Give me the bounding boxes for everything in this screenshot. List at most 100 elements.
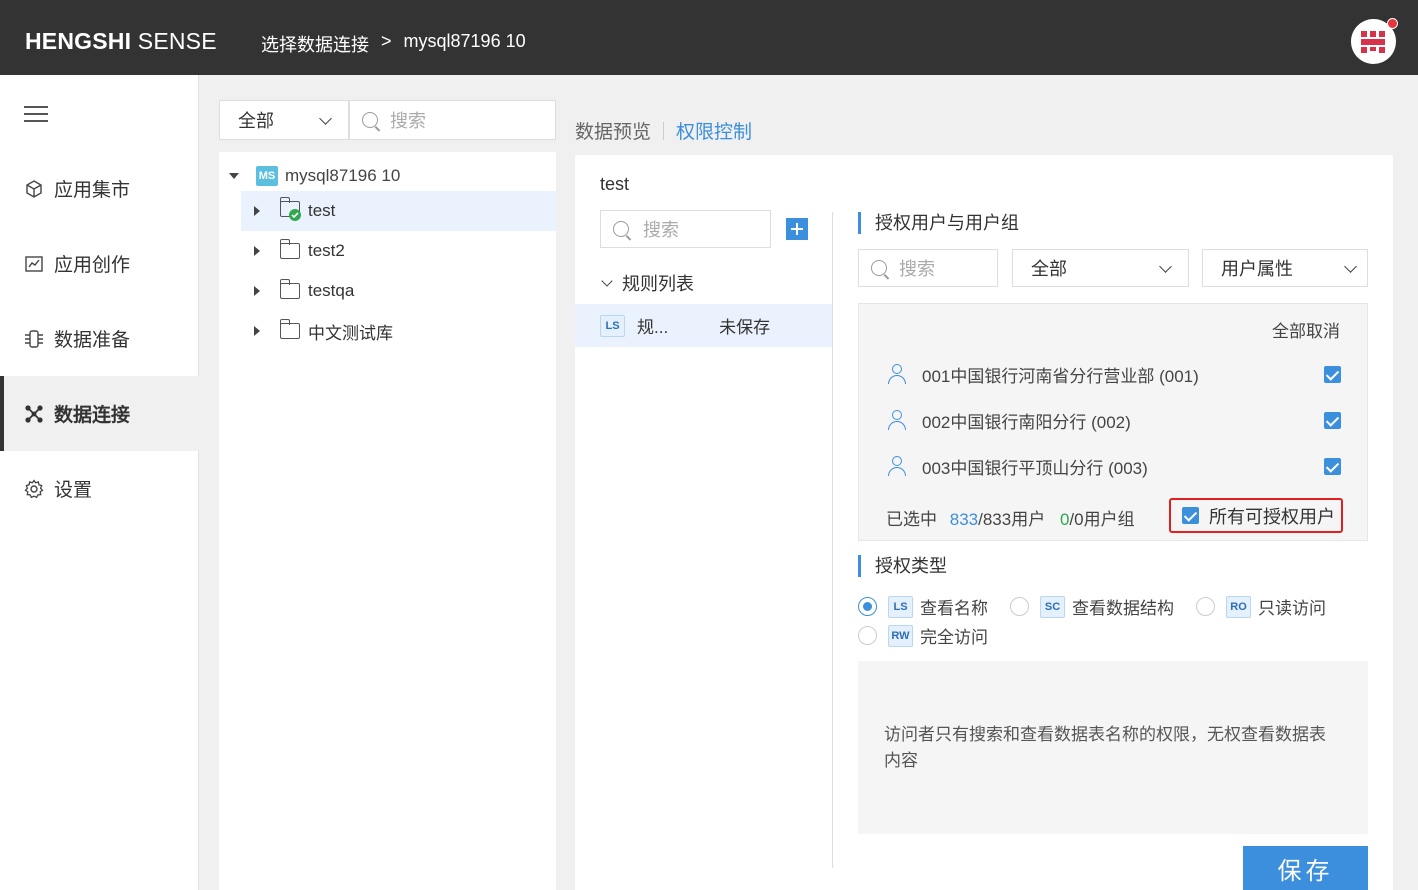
brand-logo[interactable]: HENGSHI SENSE: [25, 28, 217, 55]
tab-permission-control[interactable]: 权限控制: [676, 117, 752, 144]
tree-search-input[interactable]: 搜索: [349, 100, 556, 140]
rule-search-placeholder: 搜索: [643, 220, 679, 240]
user-checkbox[interactable]: [1324, 458, 1341, 475]
rule-list-toggle[interactable]: 规则列表: [600, 270, 694, 296]
add-rule-button[interactable]: [786, 218, 808, 240]
all-authorizable-users-option[interactable]: 所有可授权用户: [1169, 498, 1343, 533]
sidebar-item-data-connection[interactable]: 数据连接: [0, 376, 199, 451]
data-prep-icon: [24, 329, 44, 349]
folder-icon: [279, 319, 300, 339]
ls-badge-icon: LS: [600, 314, 625, 337]
search-icon: [613, 221, 629, 237]
rule-status: 未保存: [719, 318, 771, 337]
user-label: 002中国银行南阳分行 (002): [922, 412, 1131, 432]
tab-data-preview[interactable]: 数据预览: [575, 117, 651, 144]
avatar[interactable]: [1351, 18, 1401, 69]
chevron-down-icon: [1344, 260, 1357, 273]
user-scope-value: 全部: [1031, 259, 1067, 279]
deselect-all-link[interactable]: 全部取消: [1272, 317, 1340, 342]
permission-description: 访问者只有搜索和查看数据表名称的权限，无权查看数据表内容: [858, 661, 1368, 834]
user-scope-select[interactable]: 全部: [1012, 249, 1189, 287]
ro-badge-icon: RO: [1226, 595, 1251, 618]
user-search-placeholder: 搜索: [899, 259, 935, 279]
rule-list-title: 规则列表: [622, 274, 694, 294]
user-total-label: /833用户: [978, 510, 1046, 529]
tab-separator: [663, 121, 665, 140]
breadcrumb-item-current: mysql87196 10: [403, 31, 526, 51]
tree-filter-select[interactable]: 全部: [219, 100, 349, 140]
caret-right-icon[interactable]: [254, 246, 260, 256]
user-checkbox[interactable]: [1324, 366, 1341, 383]
menu-toggle-icon[interactable]: [24, 106, 48, 123]
tree-node-test[interactable]: test: [241, 191, 556, 231]
rule-search-input[interactable]: 搜索: [600, 210, 771, 248]
selected-group-count: 0: [1059, 510, 1070, 529]
save-button[interactable]: 保存: [1243, 846, 1368, 890]
selected-user-count: 833: [949, 510, 979, 529]
user-icon: [888, 410, 906, 430]
caret-right-icon[interactable]: [254, 286, 260, 296]
sc-badge-icon: SC: [1040, 595, 1065, 618]
perm-option-full-access[interactable]: RW 完全访问: [888, 623, 988, 648]
tree-root-row[interactable]: MS mysql87196 10: [219, 156, 556, 196]
main-tabs: 数据预览 权限控制: [575, 117, 752, 144]
summary-prefix: 已选中: [886, 510, 937, 529]
tree-node-label: test2: [308, 241, 345, 260]
radio-full-access[interactable]: [858, 626, 877, 645]
user-search-input[interactable]: 搜索: [858, 249, 998, 287]
sidebar-item-app-create[interactable]: 应用创作: [0, 226, 199, 301]
user-attribute-value: 用户属性: [1221, 259, 1293, 279]
user-label: 003中国银行平顶山分行 (003): [922, 458, 1148, 478]
tree-filter-value: 全部: [238, 111, 274, 131]
auth-users-title: 授权用户与用户组: [858, 212, 1019, 234]
caret-down-icon[interactable]: [229, 173, 239, 179]
sidebar-item-settings[interactable]: 设置: [0, 451, 199, 526]
breadcrumb: 选择数据连接 > mysql87196 10: [261, 31, 526, 57]
user-attribute-select[interactable]: 用户属性: [1202, 249, 1368, 287]
perm-option-label: 完全访问: [920, 628, 988, 647]
all-users-label: 所有可授权用户: [1209, 506, 1335, 527]
tree-node-chinese-db[interactable]: 中文测试库: [241, 311, 556, 351]
user-checkbox[interactable]: [1324, 412, 1341, 429]
ls-badge-icon: LS: [888, 595, 913, 618]
folder-icon: [279, 239, 300, 259]
chevron-down-icon: [601, 275, 613, 287]
perm-option-label: 查看数据结构: [1072, 599, 1174, 618]
cube-icon: [24, 179, 44, 199]
user-row[interactable]: 003中国银行平顶山分行 (003): [888, 454, 1148, 478]
user-icon: [888, 364, 906, 384]
radio-read-only[interactable]: [1196, 597, 1215, 616]
radio-view-name[interactable]: [858, 597, 877, 616]
breadcrumb-separator: >: [381, 31, 392, 51]
connection-icon: [24, 404, 44, 424]
sidebar-item-label: 应用集市: [54, 180, 131, 201]
user-row[interactable]: 002中国银行南阳分行 (002): [888, 408, 1131, 432]
column-divider: [832, 212, 833, 868]
perm-option-label: 查看名称: [920, 599, 988, 618]
perm-option-read-only[interactable]: RO 只读访问: [1226, 594, 1326, 619]
perm-option-view-schema[interactable]: SC 查看数据结构: [1040, 594, 1174, 619]
rule-list-item[interactable]: LS 规... 未保存: [575, 304, 832, 347]
tree-node-label: 中文测试库: [308, 323, 393, 343]
folder-icon: [279, 279, 300, 299]
breadcrumb-item-select-connection[interactable]: 选择数据连接: [261, 31, 369, 57]
caret-right-icon[interactable]: [254, 206, 260, 216]
user-row[interactable]: 001中国银行河南省分行营业部 (001): [888, 362, 1199, 386]
left-sidebar: 应用集市 应用创作 数据准备 数据连接 设置: [0, 75, 199, 890]
sidebar-item-app-market[interactable]: 应用集市: [0, 151, 199, 226]
sidebar-item-data-prep[interactable]: 数据准备: [0, 301, 199, 376]
chart-icon: [24, 254, 44, 274]
all-users-checkbox[interactable]: [1182, 507, 1199, 524]
folder-connected-icon: [279, 196, 301, 222]
tree-node-test2[interactable]: test2: [241, 231, 556, 271]
gear-icon: [24, 478, 44, 499]
radio-view-schema[interactable]: [1010, 597, 1029, 616]
sidebar-item-label: 数据准备: [54, 330, 131, 351]
rw-badge-icon: RW: [888, 624, 913, 647]
tree-node-label: testqa: [308, 281, 355, 300]
caret-right-icon[interactable]: [254, 326, 260, 336]
notification-dot: [1387, 18, 1398, 29]
perm-option-view-name[interactable]: LS 查看名称: [888, 594, 988, 619]
tree-node-testqa[interactable]: testqa: [241, 271, 556, 311]
sidebar-item-label: 设置: [54, 480, 93, 501]
